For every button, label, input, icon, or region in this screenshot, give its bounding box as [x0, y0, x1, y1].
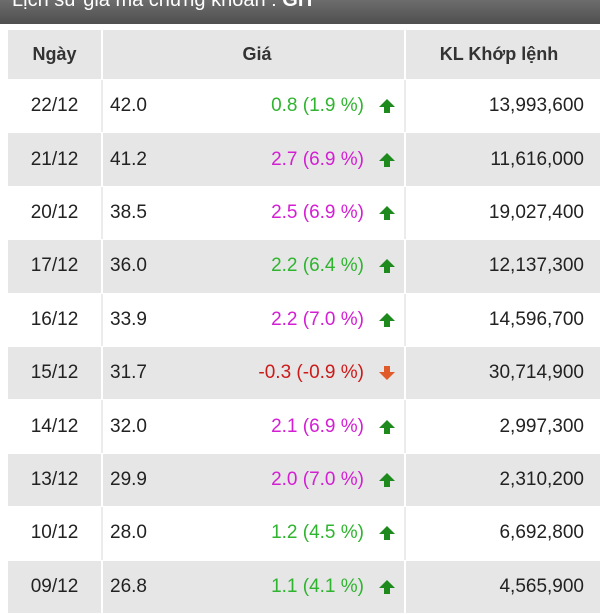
row-volume: 14,596,700	[488, 308, 584, 330]
row-volume: 2,997,300	[499, 415, 584, 437]
row-change: 1.1 (4.1 %)	[271, 575, 364, 597]
row-change: 2.2 (7.0 %)	[271, 308, 364, 330]
row-volume: 11,616,000	[490, 148, 584, 170]
column-divider	[101, 80, 103, 133]
row-date: 15/12	[30, 362, 79, 384]
header-date: Ngày	[32, 44, 77, 64]
row-date: 10/12	[30, 522, 79, 544]
column-divider	[101, 507, 103, 560]
table-row[interactable]: 21/12 41.2 2.7 (6.9 %) 11,616,000	[8, 133, 600, 187]
row-date: 13/12	[30, 468, 79, 490]
arrow-up-icon	[373, 561, 401, 613]
arrow-up-icon	[373, 80, 401, 132]
row-date: 17/12	[30, 255, 79, 277]
row-change: 2.2 (6.4 %)	[271, 255, 364, 277]
column-divider	[101, 240, 103, 293]
row-date: 14/12	[30, 415, 79, 437]
arrow-down-icon	[373, 347, 401, 399]
row-change: 1.2 (4.5 %)	[271, 522, 364, 544]
row-change: -0.3 (-0.9 %)	[258, 362, 364, 384]
table-row[interactable]: 17/12 36.0 2.2 (6.4 %) 12,137,300	[8, 240, 600, 294]
header-price: Giá	[242, 44, 272, 64]
page-title: Lịch sử giá mã chứng khoán : GH	[12, 0, 312, 12]
column-divider	[101, 30, 103, 79]
row-change: 2.0 (7.0 %)	[271, 468, 364, 490]
row-date: 21/12	[30, 148, 79, 170]
row-volume: 4,565,900	[499, 575, 584, 597]
table-header: Ngày Giá KL Khớp lệnh	[8, 30, 600, 80]
row-date: 20/12	[30, 201, 79, 223]
row-date: 16/12	[30, 308, 79, 330]
column-divider	[101, 186, 103, 240]
row-volume: 12,137,300	[488, 255, 584, 277]
table-body: 22/12 42.0 0.8 (1.9 %) 13,993,600 21/12 41.2 2…	[8, 80, 600, 614]
row-volume: 2,310,200	[499, 468, 584, 490]
column-divider	[101, 400, 103, 453]
column-divider	[101, 133, 103, 186]
table-row[interactable]: 22/12 42.0 0.8 (1.9 %) 13,993,600	[8, 80, 600, 134]
arrow-up-icon	[373, 187, 401, 239]
table-row[interactable]: 14/12 32.0 2.1 (6.9 %) 2,997,300	[8, 400, 600, 454]
row-change: 2.1 (6.9 %)	[271, 415, 364, 437]
row-change: 2.5 (6.9 %)	[271, 201, 364, 223]
table-row[interactable]: 20/12 38.5 2.5 (6.9 %) 19,027,400	[8, 186, 600, 241]
table-row[interactable]: 15/12 31.7 -0.3 (-0.9 %) 30,714,900	[8, 346, 600, 401]
arrow-up-icon	[373, 294, 401, 346]
row-volume: 30,714,900	[488, 362, 584, 384]
column-divider	[101, 560, 103, 613]
row-volume: 6,692,800	[499, 522, 584, 544]
column-divider	[101, 453, 103, 507]
row-change: 0.8 (1.9 %)	[271, 95, 364, 117]
row-change: 2.7 (6.9 %)	[271, 148, 364, 170]
table-row[interactable]: 10/12 28.0 1.2 (4.5 %) 6,692,800	[8, 507, 600, 561]
price-history-table: Ngày Giá KL Khớp lệnh 22/12 42.0 0.8 (1.9 …	[8, 30, 600, 614]
column-divider	[101, 293, 103, 346]
arrow-up-icon	[373, 240, 401, 292]
stock-code: GH	[282, 0, 313, 11]
row-date: 22/12	[30, 95, 79, 117]
arrow-up-icon	[373, 454, 401, 506]
row-volume: 19,027,400	[488, 201, 584, 223]
page-title-text: Lịch sử giá mã chứng khoán :	[12, 0, 277, 11]
row-volume: 13,993,600	[488, 95, 584, 117]
column-divider	[101, 346, 103, 400]
arrow-up-icon	[373, 507, 401, 559]
row-date: 09/12	[30, 575, 79, 597]
table-row[interactable]: 13/12 29.9 2.0 (7.0 %) 2,310,200	[8, 453, 600, 508]
arrow-up-icon	[373, 133, 401, 185]
header-volume: KL Khớp lệnh	[439, 44, 559, 64]
arrow-up-icon	[373, 400, 401, 452]
table-row[interactable]: 09/12 26.8 1.1 (4.1 %) 4,565,900	[8, 560, 600, 614]
table-row[interactable]: 16/12 33.9 2.2 (7.0 %) 14,596,700	[8, 293, 600, 347]
title-bar: Lịch sử giá mã chứng khoán : GH	[0, 0, 600, 24]
